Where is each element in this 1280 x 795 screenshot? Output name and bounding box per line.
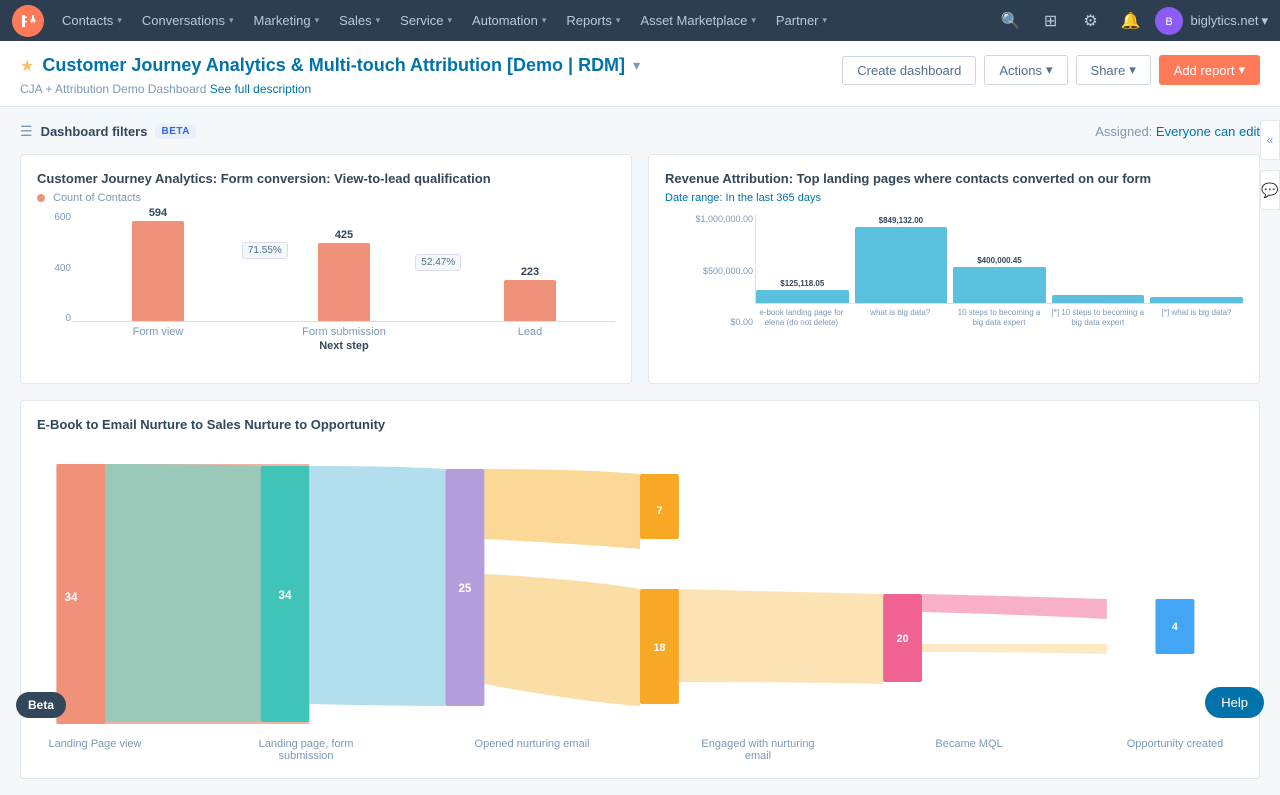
nav-bar: Contacts ▾ Conversations ▾ Marketing ▾ S… (0, 0, 1280, 41)
filter-left: ☰ Dashboard filters BETA (20, 123, 196, 140)
nav-partner[interactable]: Partner ▾ (766, 0, 837, 41)
nav-sales[interactable]: Sales ▾ (329, 0, 390, 41)
bar-lead-bar (504, 280, 556, 321)
h-bar-5 (1150, 297, 1243, 303)
chevron-down-icon: ▾ (448, 15, 453, 26)
nav-asset-marketplace[interactable]: Asset Marketplace ▾ (630, 0, 765, 41)
h-bar-3: $400,000.45 (953, 256, 1046, 303)
chart1-title: Customer Journey Analytics: Form convers… (37, 171, 615, 186)
svg-text:20: 20 (897, 633, 909, 645)
sankey-card: E-Book to Email Nurture to Sales Nurture… (20, 400, 1260, 779)
svg-text:34: 34 (65, 590, 78, 604)
chart2-card: Revenue Attribution: Top landing pages w… (648, 154, 1260, 384)
chat-button[interactable]: 💬 (1260, 170, 1280, 210)
avatar[interactable]: B (1155, 7, 1183, 35)
nav-contacts[interactable]: Contacts ▾ (52, 0, 132, 41)
settings-icon[interactable]: ⚙ (1075, 5, 1107, 37)
filter-icon: ☰ (20, 123, 33, 140)
nav-reports[interactable]: Reports ▾ (556, 0, 630, 41)
svg-text:4: 4 (1172, 621, 1178, 633)
nav-user-label[interactable]: biglytics.net ▾ (1191, 13, 1268, 29)
conversion-tag-2: 52.47% (415, 254, 461, 271)
chevron-down-icon: ▾ (823, 15, 828, 26)
search-icon[interactable]: 🔍 (995, 5, 1027, 37)
chevron-down-icon: ▾ (1129, 62, 1136, 78)
chevron-down-icon: ▾ (542, 15, 547, 26)
breadcrumb: CJA + Attribution Demo Dashboard See ful… (20, 82, 640, 96)
chart2-title: Revenue Attribution: Top landing pages w… (665, 171, 1243, 186)
assigned-prefix: Assigned: (1095, 124, 1152, 139)
charts-row: Customer Journey Analytics: Form convers… (20, 154, 1260, 384)
h-bar-1: $125,118.05 (756, 279, 849, 303)
chevron-down-icon: ▾ (229, 15, 234, 26)
see-full-description-link[interactable]: See full description (210, 82, 311, 96)
beta-badge: BETA (155, 124, 195, 139)
help-button[interactable]: Help (1205, 687, 1264, 718)
svg-text:34: 34 (279, 588, 292, 602)
bar-form-view: 594 (73, 207, 243, 321)
legend-dot (37, 194, 45, 202)
nav-right: 🔍 ⊞ ⚙ 🔔 B biglytics.net ▾ (995, 5, 1268, 37)
header-left: ★ Customer Journey Analytics & Multi-tou… (20, 55, 640, 96)
chevron-down-icon: ▾ (1238, 62, 1245, 78)
svg-text:7: 7 (656, 505, 662, 517)
nav-automation[interactable]: Automation ▾ (462, 0, 556, 41)
filter-right: Assigned: Everyone can edit (1095, 124, 1260, 139)
sankey-x-labels: Landing Page view Landing page, form sub… (37, 738, 1243, 762)
conversion-tag-1: 71.55% (242, 242, 288, 259)
chevron-down-icon: ▾ (376, 15, 381, 26)
bar-form-view-bar (132, 221, 184, 321)
chat-icon: 💬 (1261, 182, 1278, 199)
share-button[interactable]: Share ▾ (1076, 55, 1151, 85)
chart2-subtitle: Date range: In the last 365 days (665, 192, 1243, 204)
marketplace-icon[interactable]: ⊞ (1035, 5, 1067, 37)
nav-marketing[interactable]: Marketing ▾ (243, 0, 329, 41)
filter-bar: ☰ Dashboard filters BETA Assigned: Every… (20, 123, 1260, 140)
collapse-button[interactable]: « (1260, 120, 1280, 160)
sankey-svg: 34 34 25 (37, 444, 1243, 734)
assigned-link[interactable]: Everyone can edit (1156, 124, 1260, 139)
dashboard-body: ☰ Dashboard filters BETA Assigned: Every… (0, 107, 1280, 795)
chart1-legend: Count of Contacts (53, 192, 141, 204)
svg-text:25: 25 (458, 581, 471, 595)
chevron-down-icon: ▾ (616, 15, 621, 26)
create-dashboard-button[interactable]: Create dashboard (842, 56, 976, 85)
chevron-down-icon: ▾ (1046, 62, 1053, 78)
chevron-down-icon: ▾ (1261, 13, 1268, 29)
chevron-down-icon: ▾ (117, 15, 122, 26)
dropdown-icon[interactable]: ▾ (633, 57, 640, 74)
nav-items: Contacts ▾ Conversations ▾ Marketing ▾ S… (52, 0, 995, 41)
actions-button[interactable]: Actions ▾ (984, 55, 1067, 85)
add-report-button[interactable]: Add report ▾ (1159, 55, 1260, 85)
svg-text:B: B (1165, 16, 1172, 28)
beta-bottom-button[interactable]: Beta (16, 692, 66, 718)
nav-service[interactable]: Service ▾ (390, 0, 462, 41)
h-bar-2: $849,132.00 (855, 216, 948, 303)
page-title: Customer Journey Analytics & Multi-touch… (42, 55, 625, 76)
sankey-title: E-Book to Email Nurture to Sales Nurture… (37, 417, 1243, 432)
title-row: ★ Customer Journey Analytics & Multi-tou… (20, 55, 640, 76)
header-actions: Create dashboard Actions ▾ Share ▾ Add r… (842, 55, 1260, 85)
bar-lead: 223 (445, 266, 615, 321)
chevron-down-icon: ▾ (315, 15, 320, 26)
bar-form-submission-bar (318, 243, 370, 321)
hubspot-logo[interactable] (12, 5, 44, 37)
notifications-icon[interactable]: 🔔 (1115, 5, 1147, 37)
svg-text:18: 18 (654, 642, 666, 654)
h-bar-4 (1052, 295, 1145, 303)
chart1-card: Customer Journey Analytics: Form convers… (20, 154, 632, 384)
star-icon[interactable]: ★ (20, 56, 34, 76)
nav-conversations[interactable]: Conversations ▾ (132, 0, 244, 41)
next-step-label: Next step (73, 340, 615, 352)
chevron-down-icon: ▾ (751, 15, 756, 26)
page-header: ★ Customer Journey Analytics & Multi-tou… (0, 41, 1280, 107)
filter-label: Dashboard filters (41, 124, 148, 139)
